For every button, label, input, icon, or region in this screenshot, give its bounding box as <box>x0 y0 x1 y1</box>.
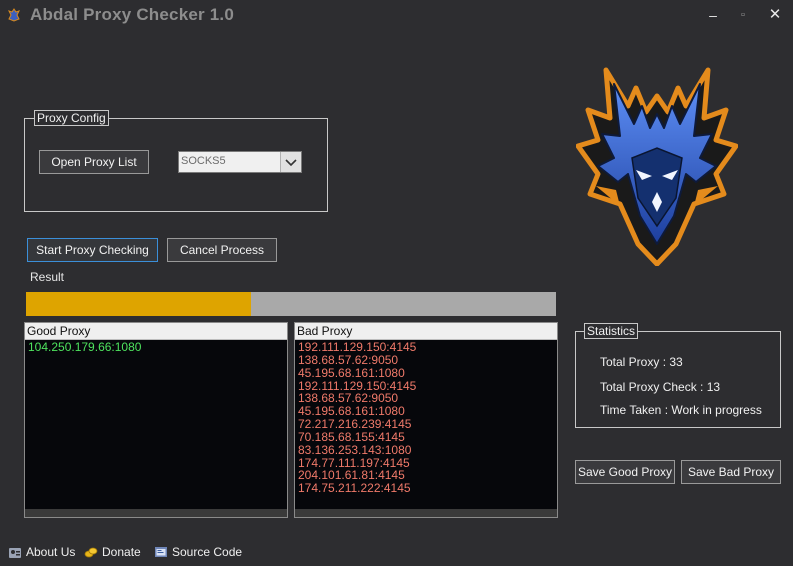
bad-proxy-row[interactable]: 138.68.57.62:9050 <box>298 353 416 367</box>
protocol-select[interactable]: SOCKS5 <box>178 151 302 173</box>
window-title: Abdal Proxy Checker 1.0 <box>30 5 234 24</box>
good-proxy-scrollbar[interactable] <box>25 509 287 517</box>
bad-proxy-row[interactable]: 192.111.129.150:4145 <box>298 341 416 354</box>
about-us-label: About Us <box>26 545 76 559</box>
about-icon <box>9 548 21 558</box>
minimize-button[interactable]: – <box>698 5 728 25</box>
start-proxy-checking-button[interactable]: Start Proxy Checking <box>27 238 158 262</box>
donate-link[interactable]: Donate <box>84 544 141 560</box>
code-icon <box>155 547 167 557</box>
time-taken-stat: Time Taken : Work in progress <box>600 403 762 417</box>
bad-proxy-header: Bad Proxy <box>295 323 557 340</box>
dragon-app-icon <box>8 8 20 22</box>
total-proxy-stat: Total Proxy : 33 <box>600 355 683 369</box>
source-code-label: Source Code <box>172 545 243 559</box>
bad-proxy-row[interactable]: 83.136.253.143:1080 <box>298 443 416 457</box>
save-good-proxy-button[interactable]: Save Good Proxy <box>575 460 675 484</box>
bad-proxy-row[interactable]: 45.195.68.161:1080 <box>298 366 416 380</box>
bad-proxy-row[interactable]: 70.185.68.155:4145 <box>298 431 416 444</box>
chevron-down-icon[interactable] <box>280 152 301 172</box>
cancel-process-button[interactable]: Cancel Process <box>167 238 277 262</box>
coins-icon <box>84 547 98 558</box>
bad-proxy-row[interactable]: 174.75.211.222:4145 <box>298 482 416 495</box>
total-proxy-check-stat: Total Proxy Check : 13 <box>600 380 721 394</box>
bad-proxy-items: 192.111.129.150:4145 138.68.57.62:9050 45.… <box>298 341 416 495</box>
title-bar[interactable]: Abdal Proxy Checker 1.0 – ▫ ✕ <box>0 0 793 30</box>
donate-label: Donate <box>102 545 141 559</box>
good-proxy-row[interactable]: 104.250.179.66:1080 <box>28 341 141 354</box>
good-proxy-header: Good Proxy <box>25 323 287 340</box>
bad-proxy-scrollbar[interactable] <box>295 509 557 517</box>
open-proxy-list-button[interactable]: Open Proxy List <box>39 150 149 174</box>
statistics-legend: Statistics <box>584 323 639 339</box>
about-us-link[interactable]: About Us <box>8 544 75 560</box>
progress-bar <box>26 292 556 316</box>
save-bad-proxy-button[interactable]: Save Bad Proxy <box>681 460 781 484</box>
protocol-select-value: SOCKS5 <box>181 155 226 167</box>
source-code-link[interactable]: Source Code <box>154 544 242 560</box>
proxy-config-legend: Proxy Config <box>34 110 109 126</box>
dragon-logo <box>576 67 738 266</box>
good-proxy-items: 104.250.179.66:1080 <box>28 341 141 354</box>
maximize-button[interactable]: ▫ <box>728 5 758 25</box>
bad-proxy-row[interactable]: 72.217.216.239:4145 <box>298 418 416 431</box>
progress-bar-fill <box>26 292 251 316</box>
bad-proxy-list[interactable]: Bad Proxy 192.111.129.150:4145 138.68.57.… <box>294 322 558 518</box>
result-label: Result <box>30 270 65 284</box>
close-button[interactable]: ✕ <box>760 5 790 25</box>
good-proxy-list[interactable]: Good Proxy 104.250.179.66:1080 <box>24 322 288 518</box>
